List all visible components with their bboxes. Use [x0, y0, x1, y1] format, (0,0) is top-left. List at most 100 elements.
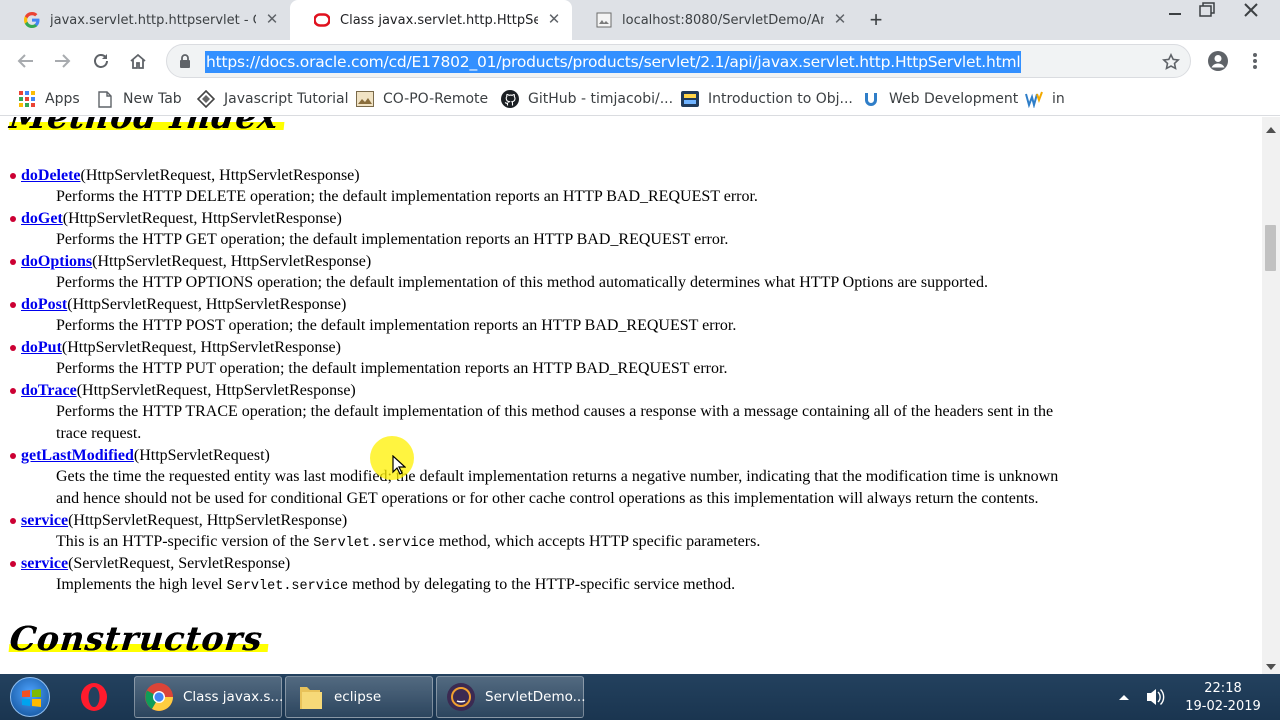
method-description: This is an HTTP-specific version of the …	[56, 531, 1246, 555]
bullet-icon	[10, 388, 16, 394]
method-signature: doGet(HttpServletRequest, HttpServletRes…	[10, 208, 342, 229]
method-signature: doOptions(HttpServletRequest, HttpServle…	[10, 251, 371, 272]
taskbar-servletdemo[interactable]: ServletDemo...	[436, 676, 586, 718]
start-button[interactable]	[10, 677, 50, 717]
home-button[interactable]	[124, 47, 152, 75]
github-icon	[501, 90, 519, 108]
method-link-dopost[interactable]: doPost	[21, 296, 67, 313]
kebab-menu-icon	[1253, 53, 1257, 69]
bookmark-label: CO-PO-Remote	[383, 91, 489, 107]
volume-button[interactable]	[1144, 674, 1166, 720]
taskbar-eclipse[interactable]: eclipse	[285, 676, 433, 718]
description-line: Performs the HTTP DELETE operation; the …	[56, 188, 758, 205]
restore-icon	[1199, 2, 1215, 17]
method-link-dooptions[interactable]: doOptions	[21, 253, 92, 270]
bookmark-introduction-to-obj[interactable]: Introduction to Obj...	[681, 88, 853, 110]
url-text[interactable]: https://docs.oracle.com/cd/E17802_01/pro…	[205, 51, 1022, 73]
address-bar[interactable]: https://docs.oracle.com/cd/E17802_01/pro…	[166, 44, 1191, 78]
constructors-heading: Constructors	[7, 619, 269, 658]
bullet-icon	[10, 453, 16, 459]
tab-google-search[interactable]: javax.servlet.http.httpservlet - Go ✕	[0, 0, 290, 40]
method-params: (HttpServletRequest, HttpServletResponse…	[67, 296, 347, 313]
description-line: Performs the HTTP POST operation; the de…	[56, 317, 737, 334]
bookmark-web-development[interactable]: Web Development	[862, 88, 1018, 110]
taskbar-label: Class javax.s...	[183, 689, 284, 705]
page-icon	[596, 12, 612, 28]
reload-icon	[94, 54, 108, 68]
method-description: Performs the HTTP OPTIONS operation; the…	[56, 272, 1246, 294]
forward-button[interactable]	[48, 47, 76, 75]
method-params: (HttpServletRequest, HttpServletResponse…	[61, 339, 341, 356]
method-link-dotrace[interactable]: doTrace	[21, 382, 77, 399]
system-clock[interactable]: 22:18 19-02-2019	[1178, 680, 1268, 716]
description-line: Performs the HTTP OPTIONS operation; the…	[56, 274, 988, 291]
method-description: Performs the HTTP DELETE operation; the …	[56, 186, 1246, 208]
method-params: (HttpServletRequest, HttpServletResponse…	[62, 210, 342, 227]
diamond-icon	[197, 90, 215, 108]
tab-strip: javax.servlet.http.httpservlet - Go ✕ Cl…	[0, 0, 1280, 40]
method-signature: doTrace(HttpServletRequest, HttpServletR…	[10, 380, 356, 401]
method-params: (HttpServletRequest, HttpServletResponse…	[80, 167, 360, 184]
method-signature: doDelete(HttpServletRequest, HttpServlet…	[10, 165, 360, 186]
code-reference: Servlet.service	[226, 579, 349, 594]
bookmark-in[interactable]: in	[1025, 88, 1065, 110]
windows-logo-icon	[22, 689, 41, 707]
method-description: Performs the HTTP POST operation; the de…	[56, 315, 1246, 337]
bullet-icon	[10, 518, 16, 524]
reload-button[interactable]	[87, 47, 115, 75]
close-tab-icon[interactable]: ✕	[264, 12, 280, 28]
method-link-service-http[interactable]: service	[21, 512, 68, 529]
bookmark-label: Apps	[45, 91, 80, 107]
profile-button[interactable]	[1204, 47, 1232, 75]
scroll-up-icon[interactable]	[1266, 127, 1276, 133]
method-link-dodelete[interactable]: doDelete	[21, 167, 81, 184]
tab-title: localhost:8080/ServletDemo/And	[622, 12, 824, 28]
chevron-up-icon	[1119, 695, 1129, 700]
arrow-left-icon	[17, 54, 33, 68]
method-link-doput[interactable]: doPut	[21, 339, 62, 356]
speaker-icon	[1147, 689, 1165, 705]
minimize-button[interactable]	[1158, 0, 1192, 22]
bookmark-label: New Tab	[123, 91, 182, 107]
method-link-getlastmodified[interactable]: getLastModified	[21, 447, 134, 464]
method-signature: getLastModified(HttpServletRequest)	[10, 445, 270, 466]
close-tab-icon[interactable]: ✕	[546, 12, 562, 28]
taskbar-chrome[interactable]: Class javax.s...	[134, 676, 284, 718]
description-line: Performs the HTTP GET operation; the def…	[56, 231, 729, 248]
page-scrollbar[interactable]	[1262, 117, 1280, 674]
image-icon	[356, 90, 374, 108]
method-params: (ServletRequest, ServletResponse)	[68, 555, 291, 572]
method-index-heading: Method Index	[8, 117, 284, 136]
close-window-button[interactable]	[1234, 0, 1268, 22]
close-tab-icon[interactable]: ✕	[832, 12, 848, 28]
method-link-doget[interactable]: doGet	[21, 210, 63, 227]
method-params: (HttpServletRequest)	[133, 447, 270, 464]
code-reference: Servlet.service	[313, 536, 435, 551]
google-icon	[24, 12, 40, 28]
taskbar-opera[interactable]	[70, 676, 130, 718]
windows-taskbar: Class javax.s... eclipse ServletDemo... …	[0, 674, 1280, 720]
tab-localhost[interactable]: localhost:8080/ServletDemo/And ✕	[572, 0, 858, 40]
show-hidden-icons-button[interactable]	[1116, 674, 1132, 720]
back-button[interactable]	[12, 47, 40, 75]
method-link-service[interactable]: service	[21, 555, 68, 572]
restore-button[interactable]	[1190, 0, 1224, 22]
bookmark-javascript-tutorial[interactable]: Javascript Tutorial	[197, 88, 349, 110]
scroll-thumb[interactable]	[1265, 225, 1276, 271]
bookmark-apps[interactable]: Apps	[18, 88, 80, 110]
bookmark-label: GitHub - timjacobi/...	[528, 91, 674, 107]
tab-httpservlet-docs[interactable]: Class javax.servlet.http.HttpServle ✕	[290, 0, 572, 40]
star-icon[interactable]	[1162, 53, 1180, 71]
heading-text: Constructors	[7, 619, 265, 658]
bookmark-new-tab[interactable]: New Tab	[96, 88, 182, 110]
scroll-down-icon[interactable]	[1266, 664, 1276, 670]
description-text: This is an HTTP-specific version of the	[56, 533, 314, 550]
menu-button[interactable]	[1241, 47, 1269, 75]
method-description: Performs the HTTP PUT operation; the def…	[56, 358, 1246, 380]
clock-time: 22:18	[1204, 681, 1242, 696]
bookmark-github[interactable]: GitHub - timjacobi/...	[501, 88, 673, 110]
new-tab-button[interactable]: +	[862, 6, 890, 34]
method-description: Performs the HTTP GET operation; the def…	[56, 229, 1246, 251]
bookmark-co-po-remote[interactable]: CO-PO-Remote	[356, 88, 488, 110]
bullet-icon	[10, 173, 16, 179]
